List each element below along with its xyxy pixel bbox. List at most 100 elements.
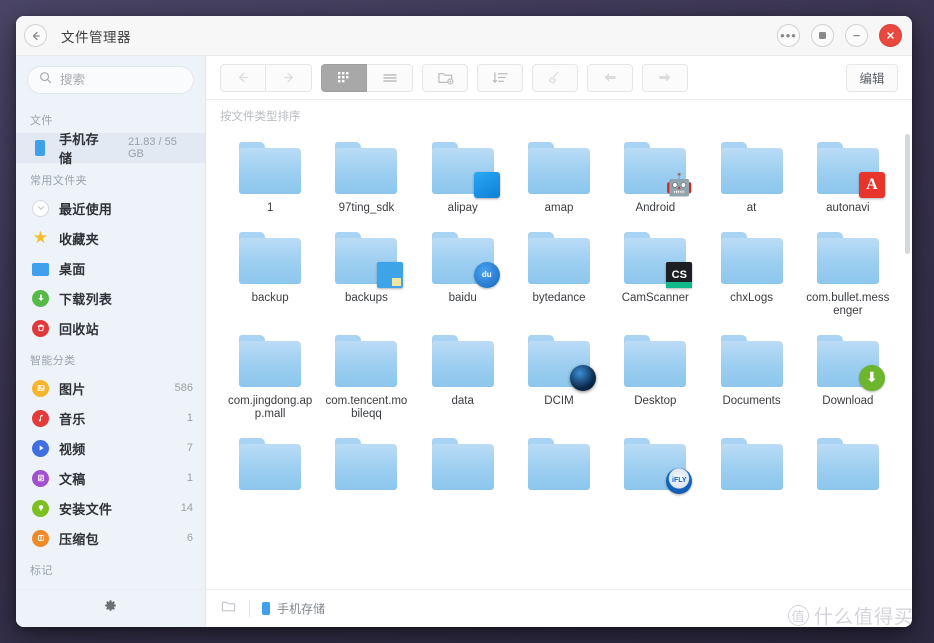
file-item[interactable]: 97ting_sdk [318,134,414,216]
file-name-label: amap [544,202,574,214]
file-item[interactable]: com.bullet.messenger [800,224,896,319]
file-item[interactable]: backups [318,224,414,319]
file-item[interactable] [511,430,607,498]
title-bar: 文件管理器 ••• [16,16,912,56]
sidebar-item-count: 6 [186,532,193,544]
undo-icon[interactable] [587,63,633,92]
broom-clean-icon[interactable] [532,63,578,92]
toolbar: 编辑 [206,56,912,100]
status-bar: 手机存储 [16,589,912,627]
file-item[interactable] [318,430,414,498]
file-item[interactable]: bytedance [511,224,607,319]
file-name-label: bytedance [532,291,586,304]
sidebar-item-label: 收藏夹 [59,231,99,247]
folder-icon[interactable] [220,599,237,619]
file-name-label: backup [251,291,289,304]
folder-icon: du [431,231,500,288]
folder-icon [624,334,687,387]
sidebar-group-title-files: 文件 [30,115,53,127]
more-options-icon[interactable]: ••• [777,24,800,47]
window-controls: ••• [777,24,902,47]
scrollbar-thumb[interactable] [905,134,910,254]
file-item[interactable]: com.tencent.mobileqq [318,327,414,422]
new-folder-icon[interactable] [422,63,468,92]
download-badge-icon: ⬇ [858,364,885,391]
sidebar-item-recent[interactable]: 最近使用 [16,193,205,223]
file-item[interactable]: du baidu [415,224,511,319]
file-item[interactable]: ⬇ Download [800,327,896,422]
grid-view-icon[interactable] [321,63,367,92]
current-path[interactable]: 手机存储 [262,600,325,617]
file-item[interactable]: Desktop [607,327,703,422]
folder-icon: A [816,142,885,198]
file-item[interactable]: amap [511,134,607,216]
sidebar-item-label: 文稿 [59,471,86,487]
search-input[interactable] [60,73,182,87]
close-icon[interactable] [879,24,902,47]
sidebar-item-documents[interactable]: 文稿 1 [16,463,205,493]
file-item[interactable]: iFLY [607,430,703,498]
folder-icon [239,231,302,284]
file-item[interactable]: 🤖 Android [607,134,703,216]
back-arrow-icon[interactable] [220,63,266,92]
desktop-icon [32,262,49,276]
sidebar-item-videos[interactable]: 视频 7 [16,433,205,463]
apk-package-icon [32,499,49,517]
sort-icon[interactable] [477,63,523,92]
file-item[interactable]: alipay [415,134,511,216]
file-item[interactable]: backup [222,224,318,319]
sidebar-item-count: 586 [174,382,193,394]
path-label: 手机存储 [277,602,326,616]
sidebar-item-trash[interactable]: 回收站 [16,313,205,343]
file-item[interactable] [800,430,896,498]
sidebar-item-pictures[interactable]: 图片 586 [16,373,205,403]
sidebar-item-phone-storage[interactable]: 手机存储 21.83 / 55 GB [16,132,205,166]
file-name-label: at [746,202,757,214]
sidebar-item-archive[interactable]: 压缩包 6 [16,523,205,553]
file-item[interactable] [703,430,799,498]
sidebar-item-favorites[interactable]: ★ 收藏夹 [16,223,205,253]
folder-icon [335,437,398,490]
file-item[interactable]: Documents [703,327,799,422]
file-item[interactable]: 1 [222,134,318,216]
vertical-scrollbar[interactable] [905,134,910,585]
back-arrow-icon[interactable] [24,24,47,47]
phone-storage-icon [262,602,270,615]
sidebar-item-apk[interactable]: 安装文件 14 [16,493,205,523]
redo-icon[interactable] [642,63,688,92]
list-view-icon[interactable] [367,63,413,92]
minimize-icon[interactable] [845,24,868,47]
file-name-label: autonavi [826,202,870,214]
sidebar-item-downloads[interactable]: 下载列表 [16,283,205,313]
ifly-badge-icon: iFLY [666,467,693,494]
edit-button[interactable]: 编辑 [846,63,898,92]
sidebar-item-music[interactable]: 音乐 1 [16,403,205,433]
sidebar-item-count: 1 [186,412,193,424]
file-item[interactable]: chxLogs [703,224,799,319]
view-mode-group [321,63,413,92]
file-item[interactable]: CS CamScanner [607,224,703,319]
settings-area[interactable] [16,590,206,627]
search-box[interactable] [27,66,194,94]
file-item[interactable]: Aautonavi [800,134,896,216]
sidebar-group-title-smart: 智能分类 [30,355,76,367]
file-item[interactable] [222,430,318,498]
maximize-icon[interactable] [811,24,834,47]
folder-icon [720,231,783,284]
sidebar-list: 文件 手机存储 21.83 / 55 GB 常用文件夹 最近使用 ★ 收藏夹 桌… [16,103,205,589]
search-container [16,56,205,103]
sidebar-item-label: 音乐 [59,411,86,427]
gear-icon[interactable] [103,599,118,619]
forward-arrow-icon[interactable] [266,63,312,92]
file-item[interactable]: com.jingdong.app.mall [222,327,318,422]
sidebar-item-label: 下载列表 [59,291,113,307]
baidu-badge-icon: du [473,261,500,288]
folder-icon [527,334,596,391]
sidebar-item-desktop[interactable]: 桌面 [16,253,205,283]
autonavi-badge-icon: A [858,172,885,198]
file-item[interactable]: data [415,327,511,422]
folder-icon [239,437,302,490]
file-item[interactable]: at [703,134,799,216]
file-item[interactable]: DCIM [511,327,607,422]
file-item[interactable] [415,430,511,498]
